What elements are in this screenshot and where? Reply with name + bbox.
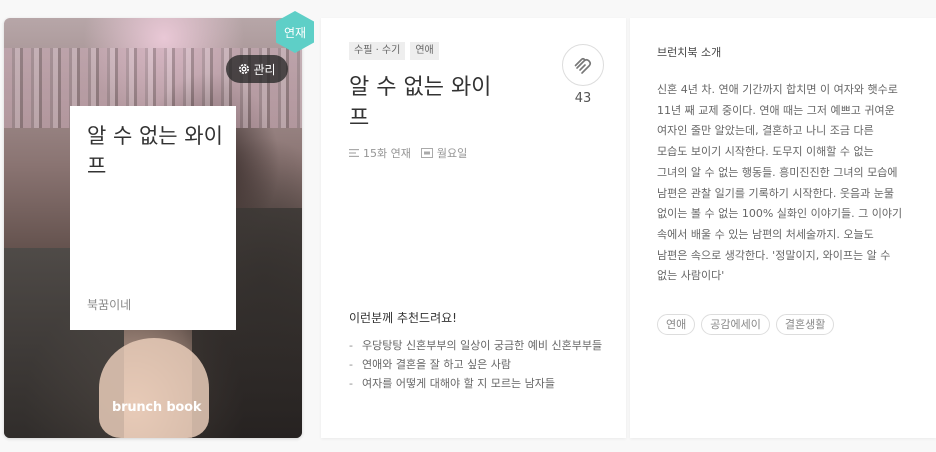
like-button[interactable] [562, 44, 604, 86]
book-detail-card: 수필 · 수기 연애 알 수 없는 와이프 43 15화 연재 월요일 이런분께… [321, 18, 626, 438]
like-icon [574, 57, 592, 74]
list-item: 연애와 결혼을 잘 하고 싶은 사람 [349, 355, 609, 374]
intro-body: 신혼 4년 차. 연애 기간까지 합치면 이 여자와 햇수로 11년 째 교제 … [657, 83, 903, 283]
category-tag[interactable]: 연애 [410, 42, 439, 60]
keyword-tag[interactable]: 결혼생활 [775, 314, 835, 335]
keyword-tags: 연애 공감에세이 결혼생활 [657, 314, 835, 335]
keyword-tag[interactable]: 연애 [657, 314, 696, 335]
episode-count: 15화 연재 [363, 147, 411, 160]
serial-meta: 15화 연재 월요일 [349, 145, 467, 161]
brunch-book-logo: brunch book [112, 400, 202, 415]
badge-label: 연재 [283, 25, 307, 40]
calendar-day-icon [420, 148, 433, 158]
serial-badge: 연재 [273, 10, 317, 54]
recommend-list: 우당탕탕 신혼부부의 일상이 궁금한 예비 신혼부부들 연애와 결혼을 잘 하고… [349, 336, 609, 393]
keyword-tag[interactable]: 공감에세이 [701, 314, 770, 335]
book-cover[interactable]: 알 수 없는 와이프 북꿈이네 brunch book 관리 [4, 18, 302, 438]
like-count: 43 [574, 91, 592, 106]
recommend-title: 이런분께 추천드려요! [349, 311, 457, 325]
cover-photo-hand [99, 338, 209, 438]
gear-icon [239, 64, 250, 74]
category-tags: 수필 · 수기 연애 [349, 42, 439, 60]
category-tag[interactable]: 수필 · 수기 [349, 42, 406, 60]
intro-heading: 브런치북 소개 [657, 46, 722, 59]
publish-day: 월요일 [436, 147, 468, 160]
list-item: 우당탕탕 신혼부부의 일상이 궁금한 예비 신혼부부들 [349, 336, 609, 355]
cover-label: 알 수 없는 와이프 북꿈이네 [70, 106, 236, 330]
cover-author: 북꿈이네 [87, 298, 132, 312]
book-title: 알 수 없는 와이프 [349, 75, 492, 131]
book-intro-card: 브런치북 소개 신혼 4년 차. 연애 기간까지 합치면 이 여자와 햇수로 1… [630, 18, 936, 438]
list-item: 여자를 어떻게 대해야 할 지 모르는 남자들 [349, 374, 609, 393]
list-icon [349, 148, 359, 158]
cover-title: 알 수 없는 와이프 [87, 124, 223, 178]
manage-button[interactable]: 관리 [226, 55, 288, 83]
manage-button-label: 관리 [253, 62, 276, 77]
